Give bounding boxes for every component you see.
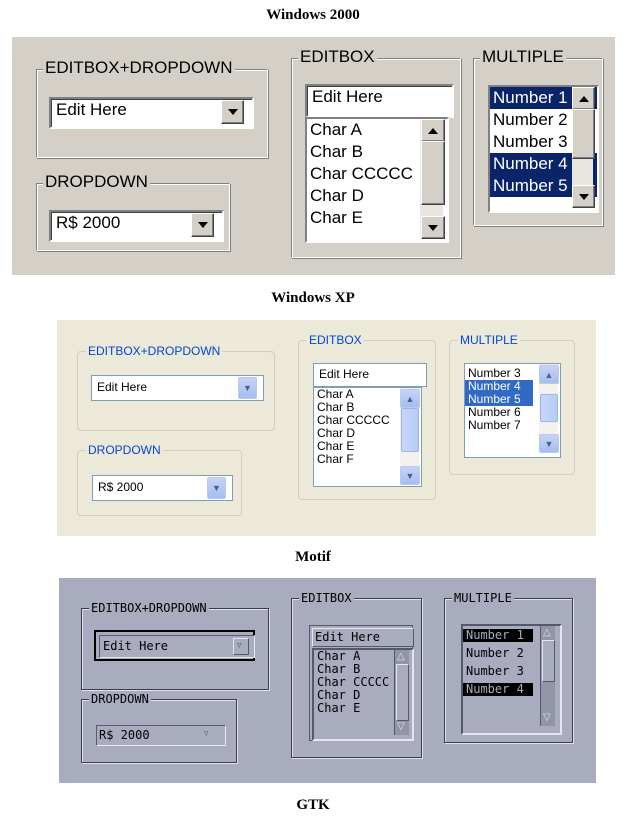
xp-editbox-list[interactable]: Char A Char B Char CCCCC Char D Char E C… [313, 387, 422, 487]
motif-editbox-scroll-thumb[interactable] [396, 664, 409, 721]
xp-dropdown-button[interactable]: ▼ [207, 477, 226, 499]
w2k-editbox-label: EDITBOX [298, 47, 377, 67]
xp-multiple-label: MULTIPLE [458, 333, 520, 347]
xp-editbox-scroll-down[interactable]: ▼ [400, 466, 420, 485]
xp-multiple-list[interactable]: Number 3 Number 4 Number 5 Number 6 Numb… [464, 363, 561, 458]
xp-dropdown-group: DROPDOWN R$ 2000 ▼ [77, 443, 242, 516]
w2k-editbox-text[interactable]: Edit Here [312, 87, 383, 106]
motif-multiple-group: MULTIPLE Number 1 Number 2 Number 3 Numb… [444, 591, 573, 743]
xp-editbox-dropdown-label: EDITBOX+DROPDOWN [86, 344, 223, 358]
w2k-multiple-scroll-down[interactable] [572, 185, 595, 208]
list-item-selected[interactable]: Number 1 [463, 629, 533, 642]
motif-editbox-text[interactable]: Edit Here [315, 630, 380, 644]
chevron-down-icon [227, 109, 238, 115]
motif-combo-dropdown-button[interactable]: ▿ [233, 638, 249, 655]
arrow-down-icon[interactable]: ▽ [543, 712, 551, 723]
chevron-down-icon: ▼ [212, 483, 221, 493]
w2k-editbox-list[interactable]: Char A Char B Char CCCCC Char D Char E [305, 117, 449, 243]
motif-combo-field: Edit Here [99, 635, 255, 658]
xp-multiple-group: MULTIPLE Number 3 Number 4 Number 5 Numb… [449, 333, 575, 475]
w2k-dropdown-group: DROPDOWN R$ 2000 [36, 172, 230, 251]
w2k-multiple-list[interactable]: Number 1 Number 2 Number 3 Number 4 Numb… [488, 85, 599, 213]
arrow-up-icon [578, 95, 589, 102]
motif-combo-text[interactable]: Edit Here [103, 639, 168, 653]
motif-editbox-list[interactable]: Char A Char B Char CCCCC Char D Char E △… [312, 648, 414, 741]
arrow-up-icon[interactable]: △ [397, 651, 405, 662]
motif-editbox-group: EDITBOX Edit Here Char A Char B Char CCC… [291, 591, 422, 758]
motif-multiple-scroll-thumb[interactable] [542, 640, 555, 682]
arrow-down-icon [578, 193, 589, 200]
w2k-editbox-scroll-down[interactable] [421, 216, 445, 239]
chevron-down-icon: ▼ [243, 383, 252, 393]
w2k-multiple-scroll-thumb[interactable] [572, 109, 595, 159]
motif-editbox-dropdown-combo[interactable]: Edit Here ▿ [94, 630, 255, 661]
caption-gtk: GTK [296, 797, 330, 813]
motif-multiple-list[interactable]: Number 1 Number 2 Number 3 Number 4 △ ▽ [461, 624, 562, 735]
windows-xp-panel: EDITBOX+DROPDOWN Edit Here ▼ DROPDOWN R$… [57, 320, 596, 536]
w2k-dropdown-label: DROPDOWN [43, 172, 150, 192]
xp-editbox-scroll-thumb[interactable] [401, 408, 419, 452]
xp-editbox-scroll-up[interactable]: ▲ [400, 389, 420, 408]
w2k-editbox-scroll-up[interactable] [421, 119, 445, 142]
caption-windows-2000: Windows 2000 [266, 7, 360, 23]
motif-editbox-dropdown-group: EDITBOX+DROPDOWN Edit Here ▿ [81, 601, 269, 690]
caption-windows-xp: Windows XP [271, 290, 355, 306]
arrow-up-icon [428, 127, 438, 134]
xp-editbox-text[interactable]: Edit Here [319, 367, 369, 381]
w2k-editbox-scroll-thumb[interactable] [421, 141, 445, 205]
xp-editbox-label: EDITBOX [307, 333, 364, 347]
xp-editbox-group: EDITBOX Edit Here Char A Char B Char CCC… [298, 333, 436, 500]
motif-panel: EDITBOX+DROPDOWN Edit Here ▿ DROPDOWN R$… [59, 578, 596, 783]
motif-dropdown-value[interactable]: R$ 2000 [99, 728, 150, 742]
arrow-down-icon: ▼ [405, 470, 415, 481]
caption-motif: Motif [295, 549, 331, 565]
xp-multiple-scroll-up[interactable]: ▲ [539, 365, 559, 384]
xp-dropdown-value[interactable]: R$ 2000 [98, 480, 143, 494]
motif-editbox-dropdown-label: EDITBOX+DROPDOWN [89, 601, 209, 615]
motif-dropdown-label: DROPDOWN [89, 692, 151, 706]
motif-editbox-input[interactable]: Edit Here [312, 628, 414, 647]
w2k-editbox-input[interactable]: Edit Here [305, 84, 454, 118]
xp-dropdown-label: DROPDOWN [86, 443, 163, 457]
motif-editbox-label: EDITBOX [299, 591, 354, 605]
motif-dropdown-group: DROPDOWN R$ 2000 ▿ [81, 692, 237, 763]
chevron-down-icon [197, 222, 208, 228]
motif-multiple-label: MULTIPLE [452, 591, 514, 605]
w2k-multiple-group: MULTIPLE Number 1 Number 2 Number 3 Numb… [473, 47, 603, 226]
xp-combo-dropdown-button[interactable]: ▼ [238, 377, 257, 399]
motif-dropdown-button[interactable]: ▿ [204, 728, 216, 741]
arrow-up-icon: ▲ [544, 369, 554, 380]
arrow-down-icon[interactable]: ▽ [397, 721, 405, 732]
xp-combo-text[interactable]: Edit Here [97, 380, 147, 394]
arrow-up-icon: ▲ [405, 393, 415, 404]
w2k-editbox-group: EDITBOX Edit Here Char A Char B Char CCC… [291, 47, 461, 258]
arrow-down-icon [428, 224, 438, 231]
w2k-dropdown-button[interactable] [191, 213, 214, 237]
windows-2000-panel: EDITBOX+DROPDOWN Edit Here DROPDOWN R$ 2… [12, 37, 615, 275]
w2k-multiple-scroll-up[interactable] [572, 87, 595, 110]
arrow-down-icon: ▼ [544, 438, 554, 449]
w2k-editbox-dropdown-label: EDITBOX+DROPDOWN [43, 58, 235, 78]
w2k-combo-text[interactable]: Edit Here [56, 100, 127, 119]
xp-editbox-input[interactable]: Edit Here [313, 363, 427, 387]
w2k-combo-dropdown-button[interactable] [221, 100, 244, 124]
xp-editbox-dropdown-group: EDITBOX+DROPDOWN Edit Here ▼ [77, 344, 275, 431]
chevron-down-icon: ▿ [237, 640, 242, 650]
xp-multiple-scroll-thumb[interactable] [540, 394, 558, 422]
w2k-editbox-dropdown-group: EDITBOX+DROPDOWN Edit Here [36, 58, 268, 158]
chevron-down-icon: ▿ [204, 728, 209, 738]
motif-editbox-frame: Edit Here Char A Char B Char CCCCC Char … [309, 625, 414, 741]
xp-multiple-scroll-down[interactable]: ▼ [539, 434, 559, 453]
w2k-multiple-label: MULTIPLE [480, 47, 566, 67]
w2k-dropdown-value[interactable]: R$ 2000 [56, 213, 120, 232]
list-item-selected[interactable]: Number 4 [463, 683, 533, 696]
arrow-up-icon[interactable]: △ [543, 627, 551, 638]
